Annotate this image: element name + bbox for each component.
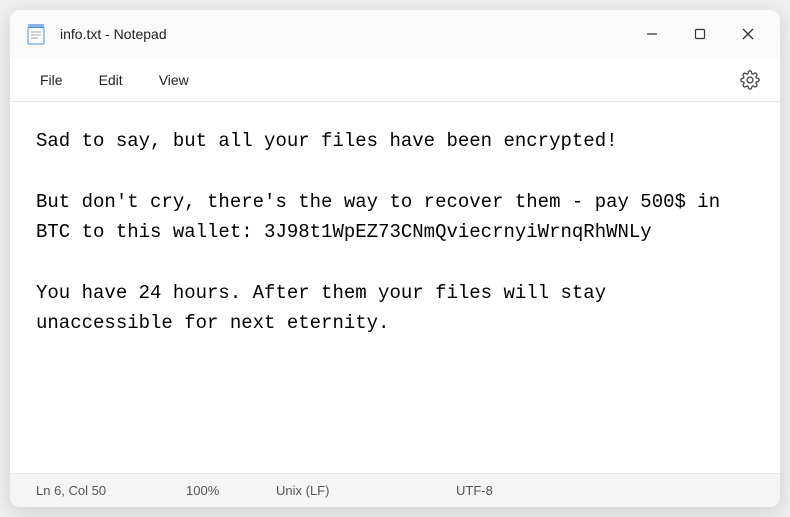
minimize-button[interactable] — [628, 14, 676, 54]
settings-button[interactable] — [732, 62, 768, 98]
status-cursor-position: Ln 6, Col 50 — [28, 474, 178, 507]
maximize-button[interactable] — [676, 14, 724, 54]
notepad-window: info.txt - Notepad File Edit View Sad to… — [10, 10, 780, 507]
status-line-ending: Unix (LF) — [268, 474, 448, 507]
menu-file[interactable]: File — [22, 64, 81, 96]
close-button[interactable] — [724, 14, 772, 54]
window-controls — [628, 14, 772, 54]
gear-icon — [740, 70, 760, 90]
titlebar: info.txt - Notepad — [10, 10, 780, 58]
menu-edit[interactable]: Edit — [81, 64, 141, 96]
text-editor[interactable]: Sad to say, but all your files have been… — [10, 102, 780, 473]
status-zoom: 100% — [178, 474, 268, 507]
window-title: info.txt - Notepad — [60, 26, 628, 42]
status-encoding: UTF-8 — [448, 474, 568, 507]
menu-view[interactable]: View — [141, 64, 207, 96]
notepad-icon — [26, 23, 46, 45]
statusbar: Ln 6, Col 50 100% Unix (LF) UTF-8 — [10, 473, 780, 507]
menubar: File Edit View — [10, 58, 780, 102]
